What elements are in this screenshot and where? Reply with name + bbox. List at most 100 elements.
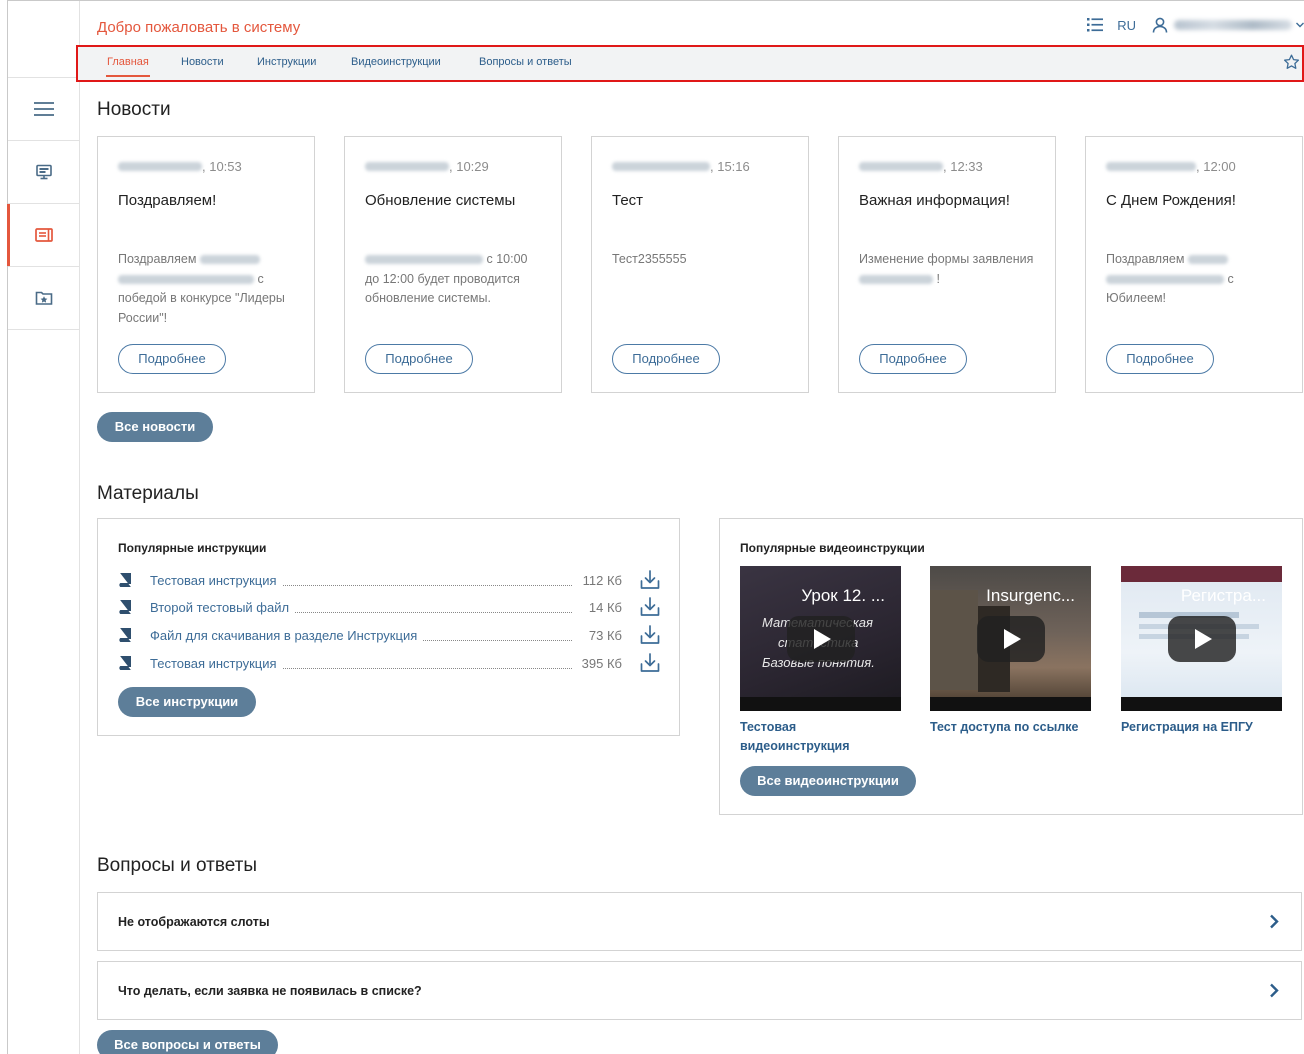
news-heading: Новости xyxy=(97,99,171,120)
instruction-row[interactable]: Тестовая инструкция 112 Кб xyxy=(118,570,660,590)
news-text: Поздравляем с победой в конкурсе "Лидеры … xyxy=(118,252,285,325)
instruction-name: Тестовая инструкция xyxy=(150,572,277,588)
download-icon[interactable] xyxy=(640,597,660,617)
news-time: , 10:29 xyxy=(449,159,489,174)
date-redacted xyxy=(859,162,943,171)
user-icon[interactable] xyxy=(1152,17,1168,33)
all-faq-button[interactable]: Все вопросы и ответы xyxy=(97,1030,278,1054)
top-header: Добро пожаловать в систему RU xyxy=(80,1,1304,45)
news-more-button[interactable]: Подробнее xyxy=(859,344,967,374)
videos-panel-title: Популярные видеоинструкции xyxy=(740,541,925,555)
sidebar-item-monitor[interactable] xyxy=(8,141,79,204)
date-redacted xyxy=(118,162,202,171)
tab-home[interactable]: Главная xyxy=(106,56,150,77)
all-news-button[interactable]: Все новости xyxy=(97,412,213,442)
favorites-icon xyxy=(35,291,52,305)
star-icon[interactable] xyxy=(1283,54,1300,71)
sidebar-item-news[interactable] xyxy=(7,204,79,267)
instructions-panel-title: Популярные инструкции xyxy=(118,541,267,555)
instruction-size: 14 Кб xyxy=(588,599,622,615)
news-card: , 12:33 Важная информация! Изменение фор… xyxy=(838,136,1056,393)
user-name-redacted[interactable] xyxy=(1174,20,1292,30)
welcome-title: Добро пожаловать в систему xyxy=(97,19,301,36)
sidebar xyxy=(7,1,80,1054)
news-text: Поздравляем с Юбилеем! xyxy=(1106,252,1234,305)
news-text: Изменение формы заявления ! xyxy=(859,252,1034,286)
instruction-size: 112 Кб xyxy=(582,572,622,588)
tab-news[interactable]: Новости xyxy=(181,56,224,68)
chevron-down-icon[interactable] xyxy=(1296,22,1304,28)
download-icon[interactable] xyxy=(640,625,660,645)
book-icon xyxy=(119,628,131,642)
sidebar-menu-toggle[interactable] xyxy=(8,78,79,141)
video-thumbnail[interactable]: Регистра... xyxy=(1121,566,1282,711)
faq-heading: Вопросы и ответы xyxy=(97,855,258,876)
sidebar-item-favorites[interactable] xyxy=(8,267,79,330)
chevron-right-icon xyxy=(1270,914,1279,929)
play-icon[interactable] xyxy=(976,615,1045,662)
faq-item[interactable]: Не отображаются слоты xyxy=(97,892,1302,951)
faq-question: Не отображаются слоты xyxy=(118,915,270,929)
download-icon[interactable] xyxy=(640,653,660,673)
menu-icon xyxy=(33,102,54,116)
videos-panel: Популярные видеоинструкции Урок 12. ... … xyxy=(719,518,1303,815)
instruction-row[interactable]: Тестовая инструкция 395 Кб xyxy=(118,653,660,673)
news-time: , 12:00 xyxy=(1196,159,1236,174)
all-videos-button[interactable]: Все видеоинструкции xyxy=(740,766,916,796)
video-thumbnail[interactable]: Insurgenc... xyxy=(930,566,1091,711)
news-title: Тест xyxy=(612,192,644,209)
video-caption[interactable]: Регистрация на ЕПГУ xyxy=(1121,718,1286,737)
book-icon xyxy=(119,656,131,670)
tab-video-instructions[interactable]: Видеоинструкции xyxy=(351,56,441,68)
news-more-button[interactable]: Подробнее xyxy=(612,344,720,374)
instruction-row[interactable]: Файл для скачивания в разделе Инструкция… xyxy=(118,625,660,645)
instructions-panel: Популярные инструкции Тестовая инструкци… xyxy=(97,518,680,736)
download-icon[interactable] xyxy=(640,570,660,590)
book-icon xyxy=(119,600,131,614)
video-thumbnail[interactable]: Урок 12. ... Математическая статистика Б… xyxy=(740,566,901,711)
monitor-icon xyxy=(35,164,52,180)
news-title: Важная информация! xyxy=(859,192,1010,209)
news-title: Поздравляем! xyxy=(118,192,217,209)
video-caption[interactable]: Тест доступа по ссылке xyxy=(930,718,1095,737)
instruction-name: Второй тестовый файл xyxy=(150,599,290,615)
instruction-name: Файл для скачивания в разделе Инструкция xyxy=(150,627,418,643)
news-time: , 15:16 xyxy=(710,159,750,174)
news-more-button[interactable]: Подробнее xyxy=(1106,344,1214,374)
sidebar-logo-area xyxy=(8,1,79,78)
list-icon[interactable] xyxy=(1087,18,1104,32)
instruction-size: 395 Кб xyxy=(581,655,622,671)
play-icon[interactable] xyxy=(786,615,855,662)
tab-instructions[interactable]: Инструкции xyxy=(257,56,316,68)
news-text: с 10:00 до 12:00 будет проводится обновле… xyxy=(365,252,528,305)
news-title: Обновление системы xyxy=(365,192,516,209)
video-caption[interactable]: Тестовая видеоинструкция xyxy=(740,718,905,756)
news-card: , 15:16 Тест Тест2355555 Подробнее xyxy=(591,136,809,393)
news-more-button[interactable]: Подробнее xyxy=(118,344,226,374)
news-text: Тест2355555 xyxy=(612,252,687,266)
news-time: , 12:33 xyxy=(943,159,983,174)
news-title: С Днем Рождения! xyxy=(1106,192,1236,209)
language-switcher[interactable]: RU xyxy=(1117,18,1136,33)
date-redacted xyxy=(612,162,710,171)
play-icon[interactable] xyxy=(1167,615,1236,662)
instruction-name: Тестовая инструкция xyxy=(150,655,277,671)
news-card: , 10:29 Обновление системы с 10:00 до 12:… xyxy=(344,136,562,393)
faq-item[interactable]: Что делать, если заявка не появилась в с… xyxy=(97,961,1302,1020)
all-instructions-button[interactable]: Все инструкции xyxy=(118,687,256,717)
news-card: , 12:00 С Днем Рождения! Поздравляем с Юб… xyxy=(1085,136,1303,393)
news-more-button[interactable]: Подробнее xyxy=(365,344,473,374)
date-redacted xyxy=(1106,162,1196,171)
tab-faq[interactable]: Вопросы и ответы xyxy=(479,56,572,68)
news-time: , 10:53 xyxy=(202,159,242,174)
news-card: , 10:53 Поздравляем! Поздравляем с победо… xyxy=(97,136,315,393)
book-icon xyxy=(119,573,131,587)
materials-heading: Материалы xyxy=(97,483,199,504)
news-icon xyxy=(34,228,53,242)
instruction-size: 73 Кб xyxy=(588,627,622,643)
faq-question: Что делать, если заявка не появилась в с… xyxy=(118,984,422,998)
instruction-row[interactable]: Второй тестовый файл 14 Кб xyxy=(118,597,660,617)
chevron-right-icon xyxy=(1270,983,1279,998)
date-redacted xyxy=(365,162,449,171)
tab-bar: Главная Новости Инструкции Видеоинструкц… xyxy=(76,45,1304,82)
